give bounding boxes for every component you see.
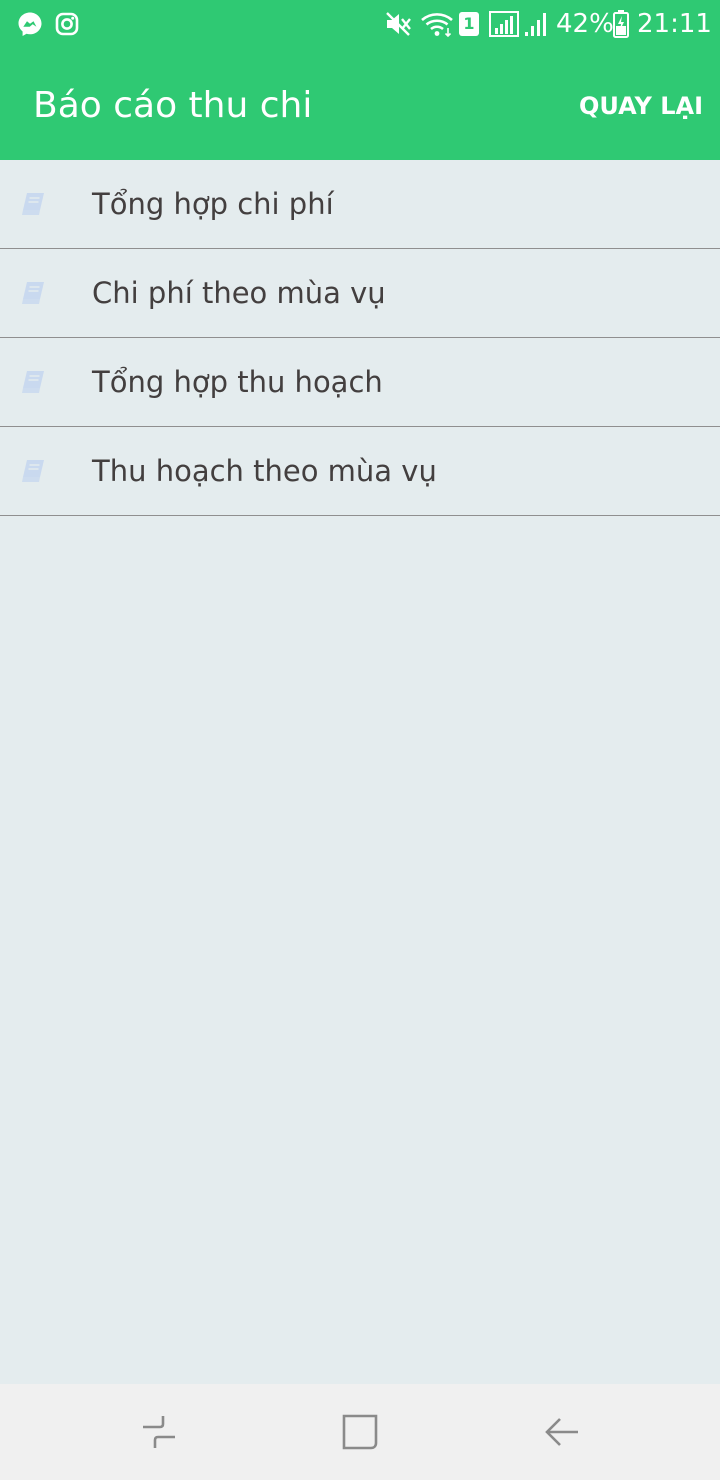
book-icon — [20, 281, 46, 305]
report-item-tong-hop-thu-hoach[interactable]: Tổng hợp thu hoạch — [0, 338, 720, 427]
report-list: Tổng hợp chi phí Chi phí theo mùa vụ Tổn… — [0, 160, 720, 516]
sim-badge: 1 — [458, 8, 480, 40]
report-item-chi-phi-theo-mua-vu[interactable]: Chi phí theo mùa vụ — [0, 249, 720, 338]
report-item-label: Tổng hợp chi phí — [92, 187, 334, 221]
report-item-thu-hoach-theo-mua-vu[interactable]: Thu hoạch theo mùa vụ — [0, 427, 720, 516]
app-header: 1 42% 21:11 Báo cáo thu chi QUAY LẠI — [0, 0, 720, 160]
recent-apps-icon[interactable] — [135, 1408, 183, 1456]
instagram-icon — [54, 8, 80, 40]
back-arrow-icon[interactable] — [538, 1408, 586, 1456]
home-icon[interactable] — [336, 1408, 384, 1456]
report-item-label: Chi phí theo mùa vụ — [92, 276, 386, 310]
title-bar: Báo cáo thu chi QUAY LẠI — [0, 60, 720, 160]
messenger-icon — [16, 8, 44, 40]
signal-icon — [488, 8, 522, 40]
report-item-tong-hop-chi-phi[interactable]: Tổng hợp chi phí — [0, 160, 720, 249]
book-icon — [20, 370, 46, 394]
battery-percent: 42% — [556, 9, 614, 39]
status-bar: 1 42% 21:11 — [0, 0, 720, 48]
book-icon — [20, 459, 46, 483]
page-title: Báo cáo thu chi — [33, 85, 313, 126]
book-icon — [20, 192, 46, 216]
signal-icon — [522, 8, 550, 40]
clock-time: 21:11 — [637, 9, 712, 39]
mute-icon — [384, 8, 414, 40]
battery-charging-icon — [610, 8, 632, 40]
system-navigation-bar — [0, 1384, 720, 1480]
wifi-icon — [420, 8, 454, 40]
report-item-label: Tổng hợp thu hoạch — [92, 365, 383, 399]
back-button[interactable]: QUAY LẠI — [579, 86, 703, 126]
report-item-label: Thu hoạch theo mùa vụ — [92, 454, 437, 488]
